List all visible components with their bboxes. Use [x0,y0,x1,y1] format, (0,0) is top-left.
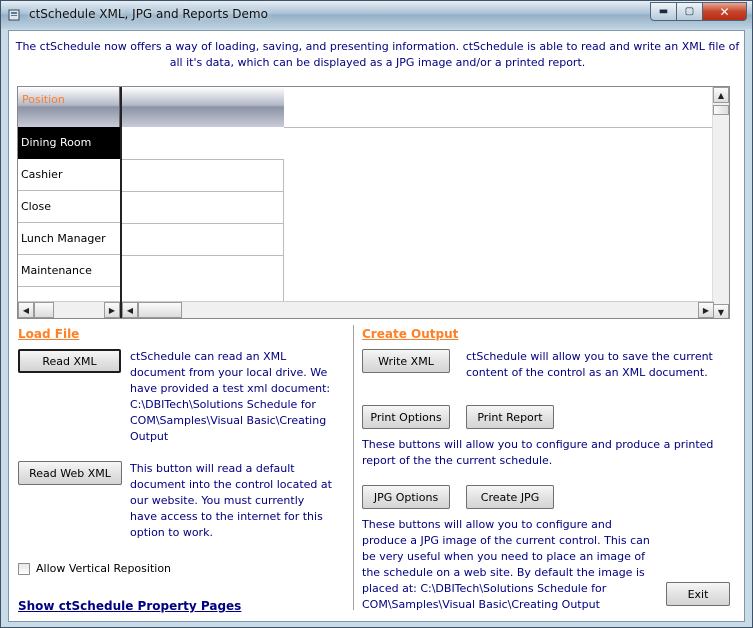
desc-line: ctSchedule will allow you to save the cu… [466,350,713,363]
close-button[interactable]: ✕ [703,2,747,21]
maximize-icon: ▢ [684,6,695,17]
write-xml-label: Write XML [378,354,434,368]
scroll-up-icon[interactable]: ▲ [713,87,729,103]
desc-line: the schedule on a web site. By default t… [362,566,645,579]
desc-line: These buttons will allow you to configur… [362,438,714,451]
minimize-button[interactable]: ▬ [650,2,677,21]
print-report-label: Print Report [477,410,543,424]
row-close[interactable]: Close [18,191,120,223]
position-header: Position [18,87,120,127]
write-xml-description: ctSchedule will allow you to save the cu… [466,349,713,381]
desc-line: COM\Samples\Visual Basic\Creating [130,414,327,427]
exit-button[interactable]: Exit [666,582,730,606]
app-icon [8,9,20,21]
desc-line: report of the the current schedule. [362,454,553,467]
timeline-header [122,87,284,127]
read-web-xml-label: Read Web XML [29,466,111,480]
desc-line: have provided a test xml document: [130,382,331,395]
row-lunch-manager[interactable]: Lunch Manager [18,223,120,255]
read-xml-button[interactable]: Read XML [18,349,121,373]
desc-line: Output [130,430,169,443]
jpg-options-button[interactable]: JPG Options [362,485,450,509]
maximize-button[interactable]: ▢ [677,2,703,21]
column-divider [353,325,355,610]
desc-line: option to work. [130,526,213,539]
desc-line: COM\Samples\Visual Basic\Creating Output [362,598,600,611]
print-options-label: Print Options [370,410,442,424]
intro-line-2: all it's data, which can be displayed as… [169,56,586,69]
print-report-button[interactable]: Print Report [466,405,554,429]
title-bar[interactable]: ctSchedule XML, JPG and Reports Demo ▬ ▢… [1,1,752,29]
scroll-right-icon[interactable]: ▶ [104,302,120,318]
jpg-options-label: JPG Options [373,490,439,504]
create-jpg-button[interactable]: Create JPG [466,485,554,509]
desc-line: have access to the internet for this [130,510,323,523]
intro-line-1: The ctSchedule now offers a way of loadi… [15,40,740,53]
timeline-horizontal-scrollbar[interactable]: ◀ ▶ [122,301,714,318]
desc-line: document from your local drive. We [130,366,328,379]
window-controls: ▬ ▢ ✕ [650,2,747,21]
property-pages-link[interactable]: Show ctSchedule Property Pages [18,599,241,613]
desc-line: C:\DBITech\Solutions Schedule for [130,398,316,411]
window-title: ctSchedule XML, JPG and Reports Demo [29,7,268,21]
close-icon: ✕ [719,4,730,19]
allow-vertical-reposition-checkbox[interactable] [18,562,30,575]
write-xml-button[interactable]: Write XML [362,349,450,373]
vertical-scroll-thumb[interactable] [713,105,729,115]
schedule-cell[interactable] [122,255,283,287]
intro-text: The ctSchedule now offers a way of loadi… [9,39,746,71]
desc-line: placed at: C:\DBITech\Solutions Schedule… [362,582,607,595]
row-label: Close [21,200,51,213]
read-web-xml-button[interactable]: Read Web XML [18,461,122,485]
print-options-button[interactable]: Print Options [362,405,450,429]
schedule-cell[interactable] [122,159,283,191]
desc-line: This button will read a default [130,462,295,475]
exit-label: Exit [687,587,709,601]
desc-line: document into the control located at [130,478,332,491]
read-xml-label: Read XML [42,354,97,368]
row-cashier[interactable]: Cashier [18,159,120,191]
desc-line: ctSchedule can read an XML [130,350,287,363]
create-jpg-label: Create JPG [480,490,540,504]
row-label: Cashier [21,168,63,181]
row-label: Dining Room [21,136,92,149]
vertical-scrollbar[interactable]: ▲ ▼ [712,87,729,318]
desc-line: These buttons will allow you to configur… [362,518,612,531]
create-output-link[interactable]: Create Output [362,327,458,341]
rows-scroll-thumb[interactable] [34,302,54,318]
scroll-left-icon[interactable]: ◀ [122,302,138,318]
jpg-description: These buttons will allow you to configur… [362,517,650,613]
desc-line: our website. You must currently [130,494,305,507]
row-label: Lunch Manager [21,232,106,245]
read-xml-description: ctSchedule can read an XML document from… [130,349,330,445]
scroll-right-icon[interactable]: ▶ [698,302,714,318]
schedule-cell[interactable] [122,223,283,255]
app-window: ctSchedule XML, JPG and Reports Demo ▬ ▢… [0,0,753,628]
scroll-down-icon[interactable]: ▼ [713,304,729,318]
timeline-scroll-thumb[interactable] [138,302,182,318]
row-dining-room[interactable]: Dining Room [18,127,120,159]
read-web-xml-description: This button will read a default document… [130,461,332,541]
header-divider [284,127,714,128]
schedule-cell[interactable] [122,191,283,223]
desc-line: content of the control as an XML documen… [466,366,708,379]
desc-line: produce a JPG image of the current contr… [362,534,650,547]
row-maintenance[interactable]: Maintenance [18,255,120,287]
load-file-link[interactable]: Load File [18,327,79,341]
schedule-cells[interactable] [122,159,284,305]
desc-line: be very useful when you need to place an… [362,550,646,563]
schedule-control[interactable]: Position Dining Room Cashier Close Lunch… [17,86,730,319]
scroll-left-icon[interactable]: ◀ [18,302,34,318]
client-area: The ctSchedule now offers a way of loadi… [8,30,745,622]
allow-vertical-reposition[interactable]: Allow Vertical Reposition [18,562,171,575]
rows-horizontal-scrollbar[interactable]: ◀ ▶ [18,301,120,318]
allow-vertical-reposition-label: Allow Vertical Reposition [36,562,172,575]
position-rows: Dining Room Cashier Close Lunch Manager … [18,127,120,287]
row-label: Maintenance [21,264,92,277]
minimize-icon: ▬ [658,6,669,17]
print-description: These buttons will allow you to configur… [362,437,713,469]
position-header-label: Position [22,93,65,106]
